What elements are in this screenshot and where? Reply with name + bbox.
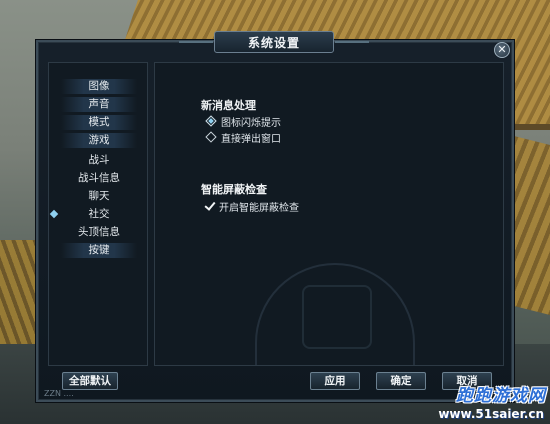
status-text: ZZN .... (44, 389, 74, 398)
option-label: 图标闪烁提示 (221, 117, 281, 129)
settings-panel: 新消息处理 图标闪烁提示 直接弹出窗口 智能屏蔽检查 开启智能屏蔽检查 (154, 62, 504, 366)
sidebar-item-game[interactable]: 游戏 (61, 133, 137, 148)
sidebar-item-keybinds[interactable]: 按键 (61, 243, 137, 258)
close-button[interactable]: ✕ (494, 42, 510, 58)
category-sidebar: 图像 声音 模式 游戏 战斗 战斗信息 聊天 社交 头顶信息 按键 (48, 62, 148, 366)
sidebar-item-label: 头顶信息 (78, 226, 120, 238)
confirm-button[interactable]: 确定 (376, 372, 426, 390)
sidebar-item-sound[interactable]: 声音 (61, 97, 137, 112)
close-icon: ✕ (497, 43, 507, 56)
watermark-url: www.51saier.cn (438, 407, 544, 421)
checkbox-label: 开启智能屏蔽检查 (219, 202, 299, 214)
sidebar-item-label: 游戏 (88, 134, 110, 146)
sidebar-item-combat[interactable]: 战斗 (61, 153, 137, 168)
apply-button[interactable]: 应用 (310, 372, 360, 390)
option-popup-window[interactable]: 直接弹出窗口 (205, 130, 281, 145)
option-label: 直接弹出窗口 (221, 133, 281, 145)
sidebar-item-label: 战斗信息 (78, 172, 120, 184)
faded-emblem-decoration (255, 263, 415, 365)
sidebar-item-label: 模式 (88, 116, 110, 128)
sidebar-item-label: 战斗 (88, 154, 110, 166)
radio-selected-icon (205, 115, 217, 127)
new-message-section-title: 新消息处理 (201, 99, 256, 112)
selected-diamond-icon (49, 209, 59, 219)
sidebar-item-chat[interactable]: 聊天 (61, 189, 137, 204)
sidebar-item-label: 声音 (88, 98, 110, 110)
sidebar-item-label: 按键 (88, 244, 110, 256)
window-title: 系统设置 (179, 31, 369, 53)
watermark-logo: 跑跑游戏网 (456, 386, 546, 406)
option-icon-flash[interactable]: 图标闪烁提示 (205, 114, 281, 129)
sidebar-item-label: 图像 (88, 80, 110, 92)
sidebar-item-social[interactable]: 社交 (49, 207, 137, 222)
sidebar-item-label: 社交 (88, 208, 110, 220)
system-settings-window: 系统设置 ✕ 图像 声音 模式 游戏 战斗 战斗信息 聊天 社交 头顶信息 按键… (36, 31, 514, 402)
smart-block-section-title: 智能屏蔽检查 (201, 183, 267, 196)
checkmark-icon (205, 201, 215, 211)
sidebar-item-mode[interactable]: 模式 (61, 115, 137, 130)
sidebar-item-label: 聊天 (88, 190, 110, 202)
smart-block-checkbox[interactable]: 开启智能屏蔽检查 (205, 199, 299, 214)
sidebar-item-graphics[interactable]: 图像 (61, 79, 137, 94)
sidebar-item-overhead-info[interactable]: 头顶信息 (61, 225, 137, 240)
sidebar-item-combat-info[interactable]: 战斗信息 (61, 171, 137, 186)
restore-defaults-button[interactable]: 全部默认 (62, 372, 118, 390)
radio-unselected-icon (205, 131, 217, 143)
